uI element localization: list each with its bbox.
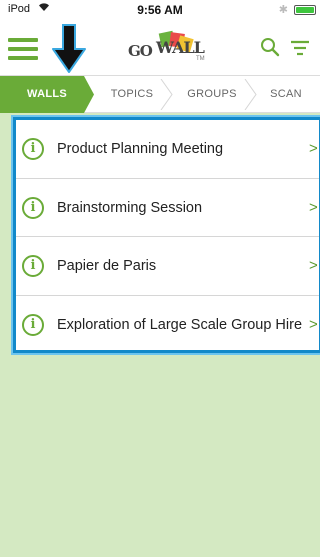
tab-bar: WALLS TOPICS GROUPS SCAN bbox=[0, 75, 320, 113]
status-bar: iPod 9:56 AM ✱ bbox=[0, 0, 320, 20]
wall-item[interactable]: i Exploration of Large Scale Group Hire … bbox=[16, 296, 319, 351]
info-icon[interactable]: i bbox=[22, 313, 44, 336]
tab-groups[interactable]: GROUPS bbox=[168, 76, 256, 113]
hamburger-menu-icon[interactable] bbox=[8, 38, 38, 60]
wall-title: Product Planning Meeting bbox=[57, 141, 224, 157]
wall-item[interactable]: i Product Planning Meeting > bbox=[16, 120, 319, 179]
search-icon[interactable] bbox=[259, 36, 281, 58]
chevron-right-icon: > bbox=[309, 257, 318, 274]
wall-title: Papier de Paris bbox=[57, 258, 157, 274]
wall-title: Exploration of Large Scale Group Hire bbox=[57, 316, 303, 333]
bluetooth-icon: ✱ bbox=[278, 4, 288, 16]
chevron-right-icon: > bbox=[309, 315, 318, 333]
wall-item[interactable]: i Brainstorming Session > bbox=[16, 179, 319, 237]
logo-go-text: GO bbox=[128, 42, 153, 60]
info-icon[interactable]: i bbox=[22, 138, 44, 160]
chevron-right-icon: > bbox=[309, 140, 318, 157]
tab-separator bbox=[160, 79, 173, 110]
logo-wall-text: WALL bbox=[156, 38, 205, 57]
status-time: 9:56 AM bbox=[137, 3, 183, 17]
wall-item[interactable]: i Papier de Paris > bbox=[16, 237, 319, 296]
info-icon[interactable]: i bbox=[22, 196, 44, 219]
tutorial-arrow-icon bbox=[51, 24, 87, 74]
battery-icon bbox=[294, 5, 316, 15]
chevron-right-icon: > bbox=[309, 198, 318, 216]
wall-title: Brainstorming Session bbox=[57, 199, 203, 216]
tab-walls[interactable]: WALLS bbox=[0, 76, 94, 113]
tab-separator bbox=[244, 79, 257, 110]
tab-scan[interactable]: SCAN bbox=[252, 76, 320, 113]
logo-trademark: TM bbox=[196, 56, 205, 62]
gowall-logo: GO WALL TM bbox=[128, 30, 208, 66]
wall-list: i Product Planning Meeting > i Brainstor… bbox=[13, 117, 320, 353]
filter-icon[interactable] bbox=[289, 38, 311, 58]
info-icon[interactable]: i bbox=[22, 255, 44, 277]
nav-bar: GO WALL TM bbox=[0, 20, 320, 75]
